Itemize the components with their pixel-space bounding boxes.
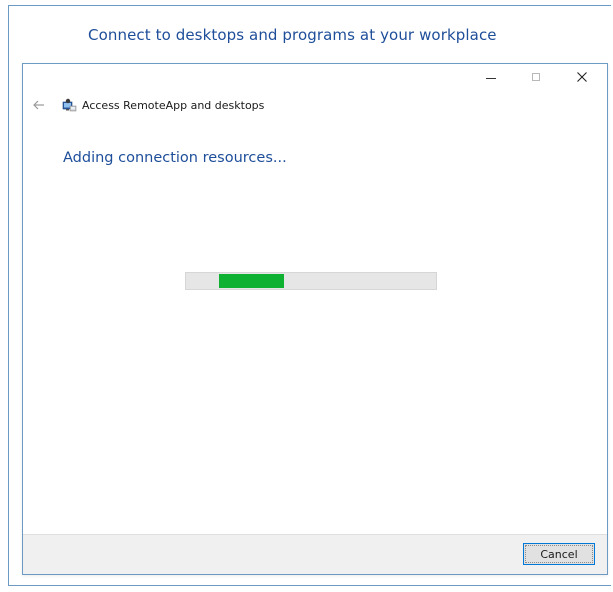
cancel-button-label: Cancel: [525, 545, 593, 563]
maximize-icon: [532, 73, 540, 81]
minimize-button[interactable]: [471, 64, 511, 90]
dialog-footer: Cancel: [23, 534, 607, 574]
maximize-button[interactable]: [516, 64, 556, 90]
wizard-heading: Connect to desktops and programs at your…: [88, 26, 497, 44]
remoteapp-icon: [62, 98, 77, 112]
back-arrow-icon[interactable]: [32, 98, 46, 112]
navigation-row: Access RemoteApp and desktops: [23, 95, 607, 119]
close-button[interactable]: [562, 64, 602, 90]
title-bar[interactable]: [23, 64, 607, 90]
progress-bar: [185, 272, 437, 290]
dialog-title: Access RemoteApp and desktops: [82, 99, 265, 112]
minimize-icon: [486, 77, 496, 79]
cancel-button[interactable]: Cancel: [523, 543, 595, 565]
progress-bar-fill: [219, 274, 284, 288]
remoteapp-dialog: Access RemoteApp and desktops Adding con…: [22, 63, 608, 575]
close-icon: [577, 72, 587, 82]
status-heading: Adding connection resources...: [63, 150, 287, 166]
